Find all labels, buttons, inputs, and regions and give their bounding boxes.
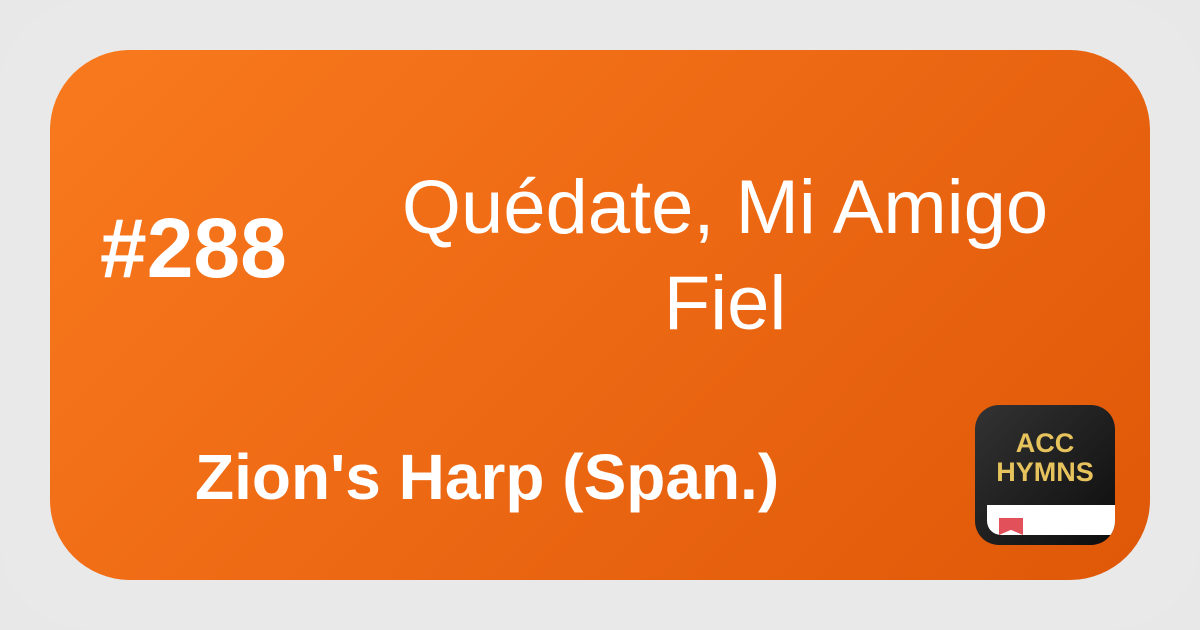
acc-hymns-logo: ACC HYMNS	[975, 405, 1115, 545]
hymn-title: Quédate, Mi Amigo Fiel	[401, 165, 1049, 346]
hymn-number: #288	[100, 201, 287, 295]
logo-text: ACC HYMNS	[996, 428, 1094, 487]
hymnal-name: Zion's Harp (Span.)	[195, 441, 780, 513]
